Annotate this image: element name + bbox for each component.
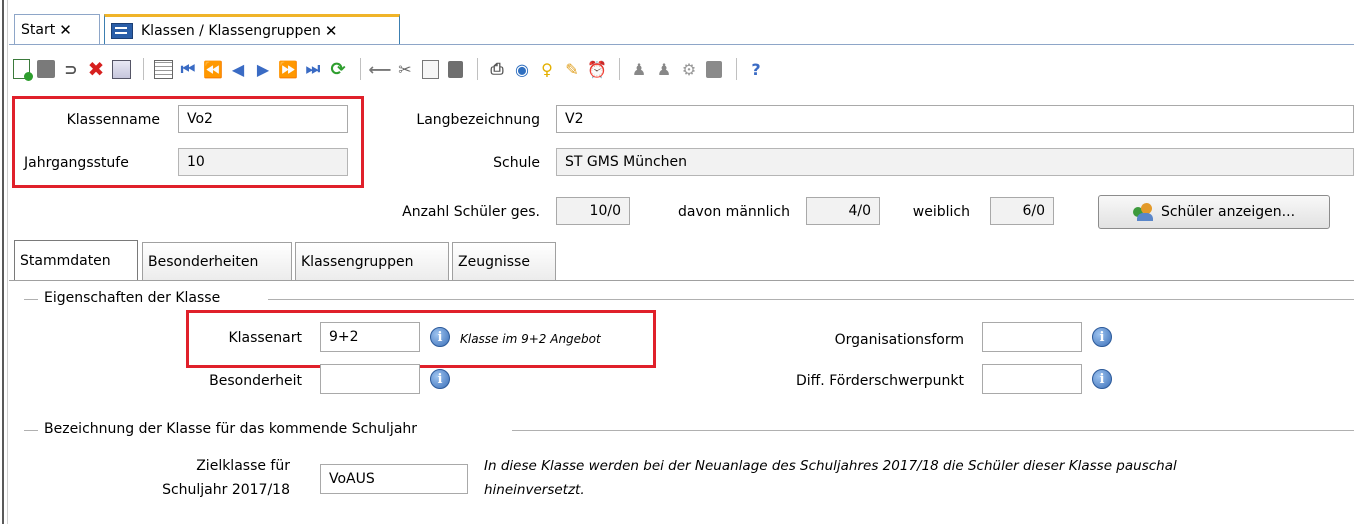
toolbar-separator (360, 58, 361, 80)
settings-icon[interactable]: ⚙ (678, 58, 700, 80)
back-arrow-icon[interactable]: ⟵ (369, 58, 392, 80)
group-divider (24, 299, 38, 300)
show-students-button[interactable]: Schüler anzeigen... (1098, 195, 1330, 229)
last-record-icon[interactable]: ⏭ (302, 58, 324, 80)
foerderschwerpunkt-label: Diff. Förderschwerpunkt (795, 373, 964, 389)
zielklasse-label-line1: Zielklasse für (196, 458, 290, 474)
toolbar: ⊃ ✖ ⏮ ⏪ ◀ ▶ ⏩ ⏭ ⟳ ⟵ ✂ ⎙ ◉ ♀ ✎ ⏰ ♟ ♟ ⚙ ? (10, 48, 1354, 90)
group-divider (512, 430, 1354, 431)
toolbar-separator (143, 58, 144, 80)
tab-start[interactable]: Start ✕ (14, 14, 100, 44)
langbezeichnung-field[interactable]: V2 (556, 105, 1354, 133)
tab-besonderheiten[interactable]: Besonderheiten (142, 242, 292, 280)
klassenart-field[interactable]: 9+2 (320, 322, 420, 352)
close-icon[interactable]: ✕ (325, 22, 338, 40)
besonderheit-label: Besonderheit (209, 373, 302, 389)
users2-icon[interactable]: ♟ (653, 58, 675, 80)
notes-icon[interactable] (703, 58, 725, 80)
prev-page-icon[interactable]: ⏪ (202, 58, 224, 80)
help-icon[interactable]: ? (745, 58, 767, 80)
toolbar-separator (477, 58, 478, 80)
list-icon[interactable] (110, 58, 132, 80)
tab-stammdaten[interactable]: Stammdaten (14, 240, 138, 280)
zielklasse-note-line1: In diese Klasse werden bei der Neuanlage… (484, 458, 1177, 474)
tab-strip-divider (9, 44, 1354, 45)
preview-icon[interactable]: ◉ (511, 58, 533, 80)
zielklasse-note-line2: hineinversetzt. (484, 482, 585, 498)
weiblich-field: 6/0 (990, 197, 1054, 225)
langbezeichnung-label: Langbezeichnung (416, 112, 540, 128)
organisationsform-field[interactable] (982, 322, 1082, 352)
class-table-icon (111, 22, 133, 39)
maennlich-field: 4/0 (806, 197, 880, 225)
tab-besonderheiten-label: Besonderheiten (148, 253, 259, 270)
tab-klassen-label: Klassen / Klassengruppen (141, 22, 321, 39)
new-icon[interactable] (10, 58, 33, 81)
close-icon[interactable]: ✕ (59, 21, 72, 39)
schule-field: ST GMS München (556, 148, 1354, 176)
anzahl-field: 10/0 (556, 197, 630, 225)
info-icon[interactable]: i (430, 327, 450, 347)
students-icon (1132, 203, 1155, 221)
group-eigenschaften-title: Eigenschaften der Klasse (44, 290, 221, 306)
clear-icon[interactable]: ✎ (561, 58, 583, 80)
first-record-icon[interactable]: ⏮ (177, 58, 199, 80)
window-left-border (0, 0, 8, 524)
group-divider (268, 299, 1354, 300)
info-icon[interactable]: i (1092, 327, 1112, 347)
timer-icon[interactable]: ⏰ (586, 58, 608, 80)
klassenart-hint: Klasse im 9+2 Angebot (460, 332, 601, 346)
hint-icon[interactable]: ♀ (536, 58, 558, 80)
tab-start-label: Start (21, 21, 56, 38)
foerderschwerpunkt-field[interactable] (982, 364, 1082, 394)
copy-icon[interactable] (419, 58, 441, 80)
schule-label: Schule (493, 155, 540, 171)
tab-klassengruppen[interactable]: Klassengruppen (295, 242, 449, 280)
grid-icon[interactable] (152, 58, 174, 80)
cut-icon[interactable]: ✂ (394, 58, 416, 80)
users-icon[interactable]: ♟ (628, 58, 650, 80)
next-record-icon[interactable]: ▶ (252, 58, 274, 80)
group-divider (24, 430, 38, 431)
save-icon[interactable] (35, 58, 57, 80)
show-students-label: Schüler anzeigen... (1160, 204, 1296, 220)
maennlich-label: davon männlich (678, 204, 790, 220)
klassenname-label: Klassenname (66, 112, 160, 128)
group-bezeichnung-title: Bezeichnung der Klasse für das kommende … (44, 421, 418, 437)
organisationsform-label: Organisationsform (834, 332, 964, 348)
jahrgangsstufe-label: Jahrgangsstufe (24, 155, 129, 171)
tab-zeugnisse[interactable]: Zeugnisse (452, 242, 556, 280)
tab-zeugnisse-label: Zeugnisse (458, 253, 530, 270)
jahrgangsstufe-field[interactable]: 10 (178, 148, 348, 176)
print-icon[interactable]: ⎙ (486, 58, 508, 80)
klassenart-label: Klassenart (228, 330, 302, 346)
refresh-icon[interactable]: ⟳ (327, 58, 349, 80)
paste-icon[interactable] (444, 58, 466, 80)
tab-stammdaten-label: Stammdaten (20, 252, 111, 269)
weiblich-label: weiblich (912, 204, 970, 220)
anzahl-label: Anzahl Schüler ges. (402, 204, 540, 220)
toolbar-separator (619, 58, 620, 80)
toolbar-separator (736, 58, 737, 80)
undo-icon[interactable]: ⊃ (60, 58, 82, 80)
prev-record-icon[interactable]: ◀ (227, 58, 249, 80)
zielklasse-field[interactable]: VoAUS (320, 464, 468, 494)
delete-icon[interactable]: ✖ (85, 57, 107, 81)
klassenname-field[interactable]: Vo2 (178, 105, 348, 133)
tab-klassengruppen-label: Klassengruppen (301, 253, 414, 270)
info-icon[interactable]: i (1092, 369, 1112, 389)
zielklasse-label-line2: Schuljahr 2017/18 (162, 482, 290, 498)
next-page-icon[interactable]: ⏩ (277, 58, 299, 80)
besonderheit-field[interactable] (320, 364, 420, 394)
info-icon[interactable]: i (430, 369, 450, 389)
tab-klassen[interactable]: Klassen / Klassengruppen ✕ (104, 14, 400, 44)
